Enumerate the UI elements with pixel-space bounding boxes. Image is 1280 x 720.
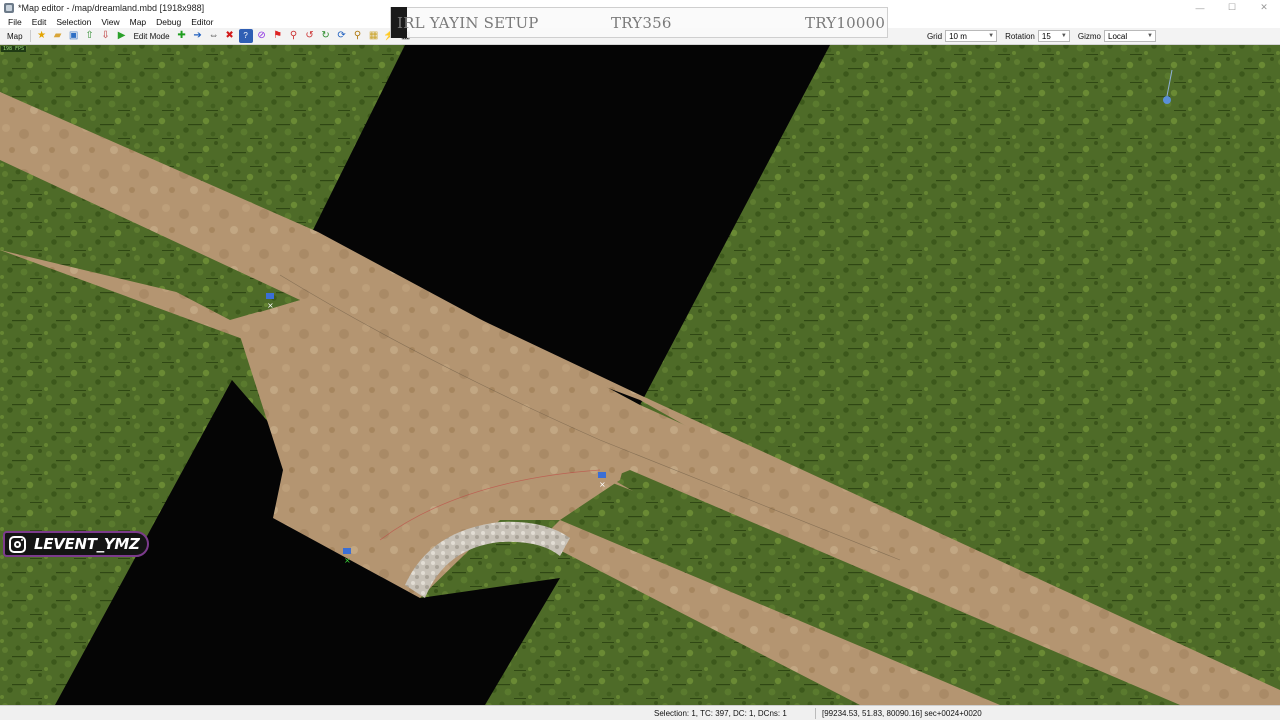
move-icon[interactable]: ⇔ [207, 29, 221, 43]
arrow-right-icon[interactable]: ➔ [191, 29, 205, 43]
minimize-button[interactable]: — [1184, 0, 1216, 15]
grid-select[interactable]: 10 m ▼ [945, 30, 998, 42]
no-entry-icon[interactable]: ⊘ [255, 29, 269, 43]
chevron-down-icon: ▼ [1060, 33, 1067, 39]
refresh-icon[interactable]: ⟳ [335, 29, 349, 43]
gizmo-label: Gizmo [1077, 31, 1101, 41]
save-icon[interactable]: ▣ [67, 29, 81, 43]
node-marker[interactable]: × [266, 293, 274, 310]
app-icon [4, 2, 14, 13]
grid-select-value: 10 m [949, 31, 967, 41]
overlay-goal-target: TRY10000 [805, 14, 886, 32]
edit-mode-button[interactable]: Edit Mode [130, 32, 174, 41]
chevron-down-icon: ▼ [1147, 33, 1153, 39]
instagram-icon [9, 535, 26, 553]
selection-status: Selection: 1, TC: 397, DC: 1, DCns: 1 [654, 709, 787, 718]
marker-icon[interactable]: ⚲ [287, 29, 301, 43]
map-viewport[interactable]: × × × 198 FPS LEVENT_YMZ [0, 45, 1280, 705]
add-icon[interactable]: ✚ [175, 29, 189, 43]
close-button[interactable]: ✕ [1248, 0, 1280, 15]
gizmo-select[interactable]: Local ▼ [1104, 30, 1156, 42]
undo-icon[interactable]: ↺ [303, 29, 317, 43]
window-controls: — ☐ ✕ [1184, 0, 1280, 15]
gizmo-select-value: Local [1108, 31, 1128, 41]
map-label[interactable]: Map [3, 32, 27, 41]
play-icon[interactable]: ▶ [115, 29, 129, 43]
rotation-select[interactable]: 15 ▼ [1037, 30, 1070, 42]
status-divider [815, 708, 816, 719]
menu-selection[interactable]: Selection [51, 17, 96, 27]
svg-text:×: × [599, 480, 606, 489]
stream-overlay: IRL YAYIN SETUP TRY356 TRY10000 [390, 7, 888, 38]
import-icon[interactable]: ⇩ [99, 29, 113, 43]
table-icon[interactable]: ▦ [367, 29, 381, 43]
delete-icon[interactable]: ✖ [223, 29, 237, 43]
overlay-title: IRL YAYIN SETUP [397, 14, 539, 32]
menu-file[interactable]: File [3, 17, 27, 27]
open-folder-icon[interactable]: ▰ [51, 29, 65, 43]
window-title: *Map editor - /map/dreamland.mbd [1918x9… [18, 2, 205, 13]
instagram-badge: LEVENT_YMZ [3, 531, 149, 557]
menu-view[interactable]: View [96, 17, 124, 27]
node-marker[interactable]: × [598, 472, 606, 489]
maximize-button[interactable]: ☐ [1216, 0, 1248, 15]
overlay-goal-current: TRY356 [611, 14, 672, 32]
pin-icon[interactable]: ⚲ [351, 29, 365, 43]
node-marker[interactable]: × [343, 548, 351, 565]
svg-text:×: × [344, 556, 351, 565]
menu-map[interactable]: Map [125, 17, 152, 27]
file-tool-group: ★ ▰ ▣ ⇧ ⇩ ▶ [34, 29, 130, 43]
flag-icon[interactable]: ⚑ [271, 29, 285, 43]
export-icon[interactable]: ⇧ [83, 29, 97, 43]
grid-label: Grid [926, 31, 943, 41]
svg-text:×: × [267, 301, 274, 310]
mode-tool-group: ✚➔⇔✖?⊘⚑⚲↺↻⟳⚲▦⚡▩ [174, 29, 414, 43]
menu-edit[interactable]: Edit [27, 17, 52, 27]
terrain-view[interactable]: × × × [0, 45, 1280, 705]
rotation-label: Rotation [1005, 31, 1035, 41]
rotation-select-value: 15 [1041, 31, 1051, 41]
menu-editor[interactable]: Editor [186, 17, 218, 27]
toolbar-separator [29, 30, 31, 42]
fps-counter: 198 FPS [1, 46, 27, 52]
redo-icon[interactable]: ↻ [319, 29, 333, 43]
status-bar: Selection: 1, TC: 397, DC: 1, DCns: 1 [9… [0, 705, 1280, 720]
chevron-down-icon: ▼ [988, 33, 995, 39]
star-icon[interactable]: ★ [35, 29, 49, 43]
help-icon[interactable]: ? [238, 29, 253, 43]
menu-debug[interactable]: Debug [151, 17, 186, 27]
instagram-handle: LEVENT_YMZ [34, 535, 140, 553]
cursor-coordinates: [99234.53, 51.83, 80090.16] sec+0024+002… [822, 709, 982, 718]
